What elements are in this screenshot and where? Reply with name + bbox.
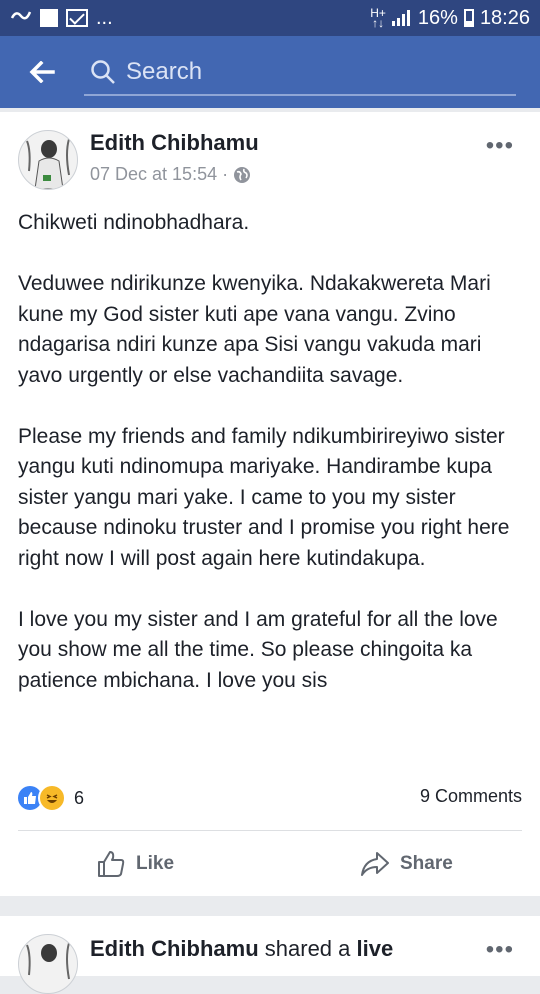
status-right: H+ ↑↓ 16% 18:26 (370, 7, 530, 30)
share-label: Share (400, 853, 453, 874)
post-paragraph: Please my friends and family ndikumbirir… (18, 424, 510, 570)
globe-icon (234, 166, 251, 183)
search-icon (91, 60, 115, 84)
thumbs-up-icon (98, 851, 125, 877)
post-card: Edith Chibhamu 07 Dec at 15:54 · ••• Chi… (0, 112, 540, 896)
next-post-author[interactable]: Edith Chibhamu (90, 936, 259, 961)
facebook-notification-icon (40, 9, 58, 27)
author-avatar[interactable] (18, 130, 78, 190)
more-notifications: ... (96, 6, 113, 29)
post-paragraph: Veduwee ndirikunze kwenyika. Ndakakweret… (18, 272, 491, 387)
comments-count[interactable]: 9 Comments (420, 786, 522, 807)
actions-divider (18, 830, 522, 831)
signal-icon (391, 10, 412, 26)
status-left: ... (10, 7, 113, 30)
reactions-summary[interactable]: 6 (18, 784, 84, 812)
arrow-left-icon (29, 61, 55, 83)
next-post-header: Edith Chibhamu shared a live (90, 936, 393, 962)
battery-percent: 16% (417, 6, 458, 29)
next-post-card: Edith Chibhamu shared a live ••• (0, 916, 540, 994)
post-meta: 07 Dec at 15:54 · (90, 164, 251, 185)
battery-icon (463, 9, 474, 27)
mail-icon (66, 9, 88, 27)
share-arrow-icon (361, 852, 389, 876)
meta-separator: · (222, 164, 229, 184)
clock: 18:26 (479, 6, 530, 29)
status-bar: ... H+ ↑↓ 16% 18:26 (0, 0, 540, 36)
post-author-name[interactable]: Edith Chibhamu (90, 130, 259, 156)
post-paragraph: I love you my sister and I am grateful f… (18, 607, 498, 692)
search-bar[interactable] (84, 50, 516, 96)
like-button[interactable]: Like (96, 844, 174, 884)
link-icon (10, 7, 32, 30)
app-bar (0, 36, 540, 108)
back-button[interactable] (0, 36, 84, 108)
search-input[interactable] (124, 57, 488, 87)
post-options-button[interactable]: ••• (486, 132, 514, 160)
like-label: Like (136, 853, 175, 874)
next-post-avatar[interactable] (18, 934, 78, 994)
shared-type[interactable]: live (357, 936, 394, 961)
network-type-icon: H+ ↑↓ (370, 6, 386, 30)
haha-reaction-icon (38, 784, 66, 812)
shared-text: shared a (258, 936, 357, 961)
post-paragraph: Chikweti ndinobhadhara. (18, 211, 250, 234)
post-text: Chikweti ndinobhadhara. Veduwee ndirikun… (18, 208, 526, 727)
post-timestamp[interactable]: 07 Dec at 15:54 (90, 164, 217, 185)
reaction-count: 6 (74, 787, 85, 808)
share-button[interactable]: Share (360, 844, 453, 884)
